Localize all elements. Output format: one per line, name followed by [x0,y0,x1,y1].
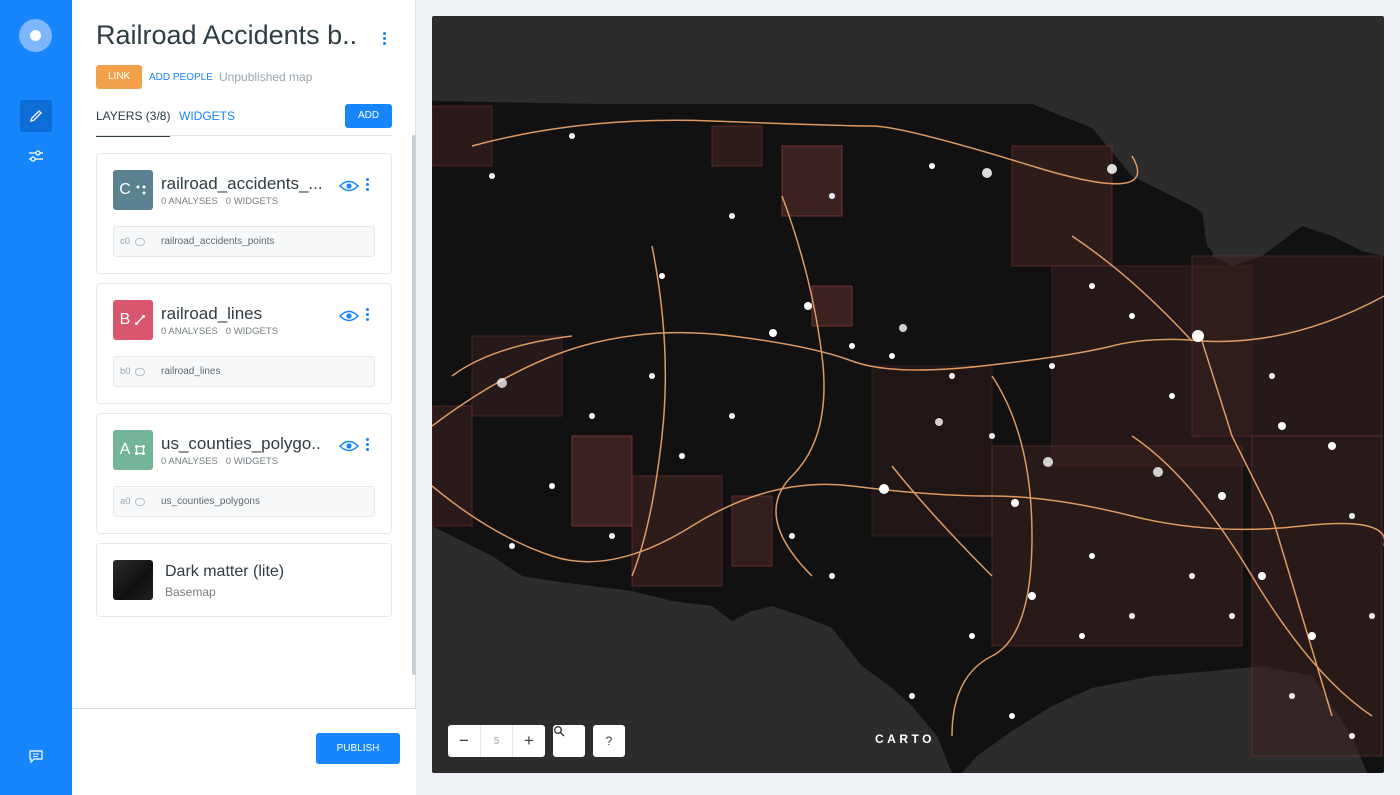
basemap-card[interactable]: Dark matter (lite) Basemap [96,543,392,617]
basemap-name[interactable]: Dark matter (lite) [165,563,284,581]
line-icon [135,315,146,325]
add-people-link[interactable]: ADD PEOPLE [149,72,213,83]
layer-meta: 0 ANALYSES 0 WIDGETS [161,196,279,207]
layer-card[interactable]: C railroad_accidents_... 0 ANALYSES 0 WI… [96,153,392,274]
panel-scrollbar[interactable] [412,135,416,675]
layer-source[interactable]: b0 railroad_lines [113,356,375,387]
layer-meta: 0 ANALYSES 0 WIDGETS [161,326,279,337]
layer-letter: C [119,181,131,198]
basemap-thumbnail [113,560,153,600]
carto-logo-icon[interactable] [19,19,52,52]
layer-options-icon[interactable] [362,308,372,321]
layer-letter: A [119,441,131,458]
publish-button[interactable]: PUBLISH [316,733,400,764]
zoom-control: − 5 + [448,725,545,757]
publish-status: Unpublished map [219,70,313,84]
layer-meta: 0 ANALYSES 0 WIDGETS [161,456,279,467]
tab-widgets[interactable]: WIDGETS [179,109,235,123]
map-render [432,101,1384,773]
layer-source[interactable]: c0 railroad_accidents_points [113,226,375,257]
toggle-icon [135,238,145,246]
source-name: us_counties_polygons [161,496,260,507]
layer-badge: A [113,430,153,470]
layer-card[interactable]: A us_counties_polygo... 0 ANALYSES 0 WID… [96,413,392,534]
eye-icon[interactable] [338,309,360,327]
sliders-icon[interactable] [20,140,52,172]
eye-icon[interactable] [338,179,360,197]
add-layer-button[interactable]: ADD [345,104,392,128]
layer-name[interactable]: railroad_accidents_... [161,174,321,194]
layer-options-icon[interactable] [362,438,372,451]
zoom-in-button[interactable]: + [513,725,545,757]
layer-source[interactable]: a0 us_counties_polygons [113,486,375,517]
source-id: c0 [120,236,131,247]
tab-layers[interactable]: LAYERS (3/8) [96,109,171,137]
polygon-icon [135,445,146,455]
map-title[interactable]: Railroad Accidents b... [96,20,358,51]
basemap-label: Basemap [165,585,216,599]
toggle-icon [135,368,145,376]
left-rail [0,0,72,795]
link-tag[interactable]: LINK [96,65,143,89]
zoom-level: 5 [480,725,513,757]
eye-icon[interactable] [338,439,360,457]
layer-badge: B [113,300,153,340]
layer-badge: C [113,170,153,210]
layers-panel: Railroad Accidents b... LINK ADD PEOPLE … [72,0,416,795]
source-name: railroad_accidents_points [161,236,275,247]
source-id: a0 [120,496,131,507]
map-options-icon[interactable] [379,32,389,45]
source-name: railroad_lines [161,366,221,377]
panel-footer: PUBLISH [72,708,416,795]
map-canvas[interactable]: − 5 + ? CARTO [432,16,1384,773]
layer-options-icon[interactable] [362,178,372,191]
layer-name[interactable]: railroad_lines [161,304,321,324]
points-icon [136,185,146,195]
layer-card[interactable]: B railroad_lines 0 ANALYSES 0 WIDGETS b0… [96,283,392,404]
chat-icon[interactable] [20,740,52,772]
help-button[interactable]: ? [593,725,625,757]
zoom-out-button[interactable]: − [448,725,480,757]
source-id: b0 [120,366,131,377]
pencil-icon[interactable] [20,100,52,132]
toggle-icon [135,498,145,506]
layer-letter: B [119,311,131,328]
carto-attribution: CARTO [875,732,935,746]
search-icon[interactable] [553,725,585,757]
layer-name[interactable]: us_counties_polygo... [161,434,321,454]
